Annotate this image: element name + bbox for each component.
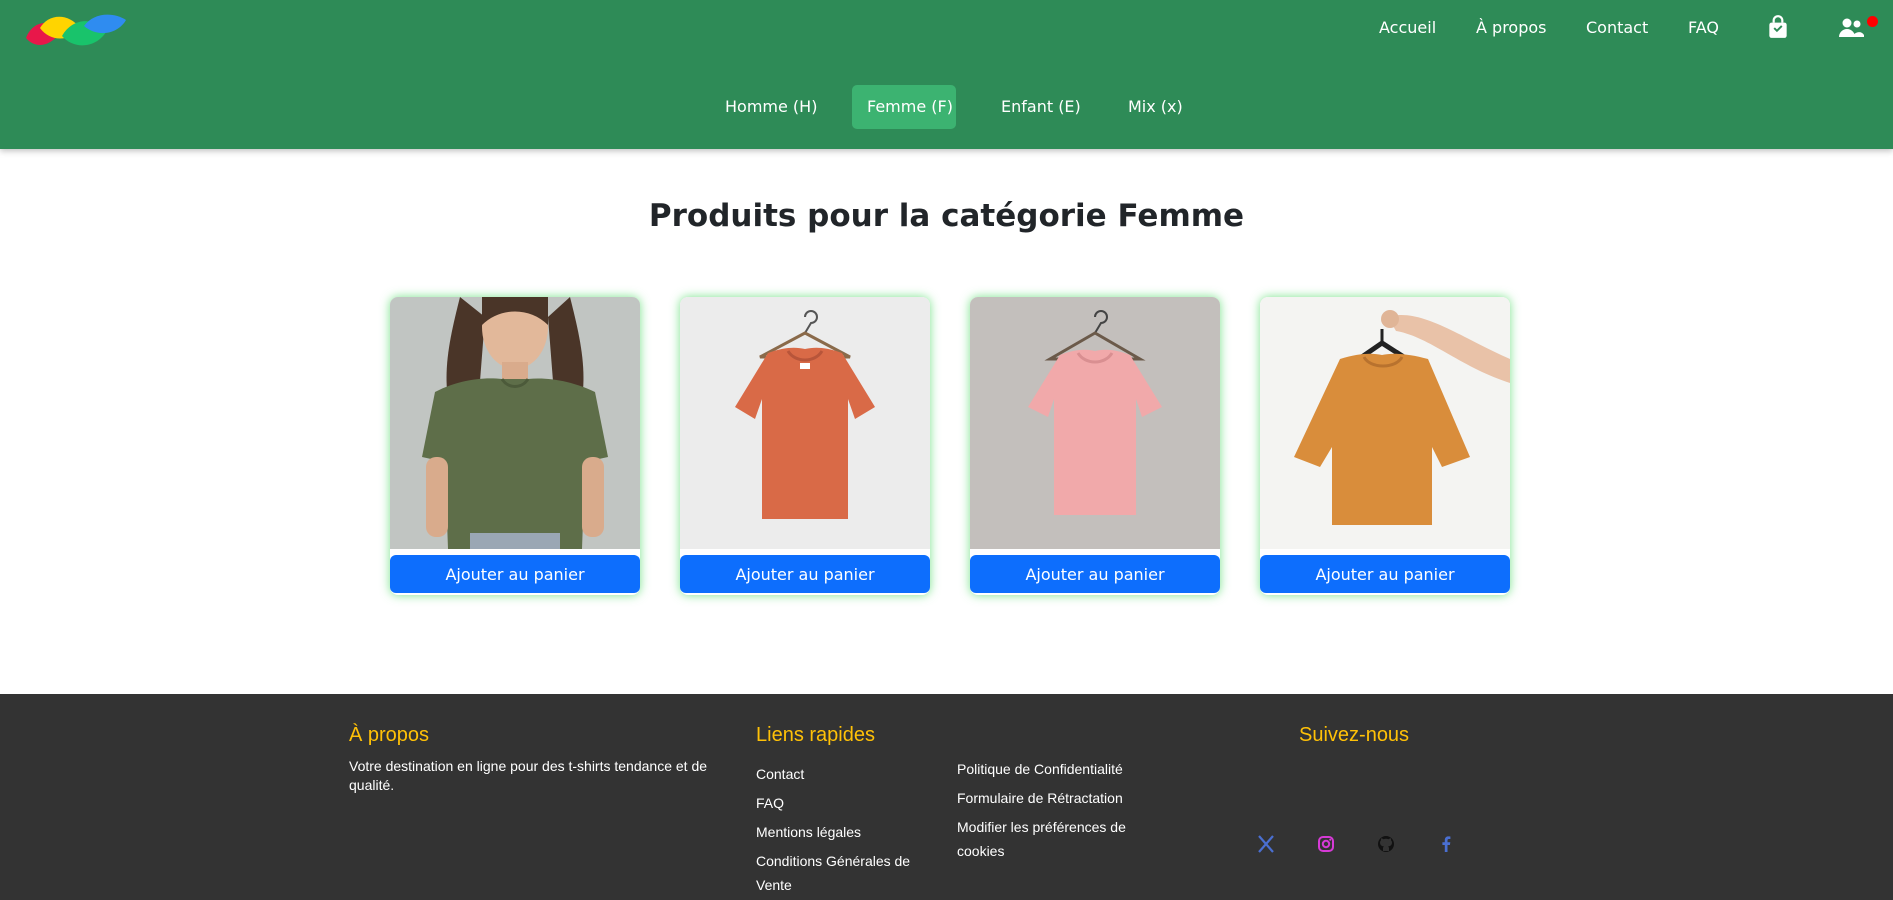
tab-femme[interactable]: Femme (F): [852, 85, 956, 129]
x-icon[interactable]: [1254, 832, 1278, 856]
nav-faq[interactable]: FAQ: [1688, 18, 1719, 37]
notification-dot: [1867, 16, 1878, 27]
footer-link-cookies[interactable]: Modifier les préférences de cookies: [957, 815, 1147, 863]
tab-mix[interactable]: Mix (x): [1113, 85, 1188, 129]
nav-a-propos[interactable]: À propos: [1476, 18, 1546, 37]
add-to-cart-button[interactable]: Ajouter au panier: [970, 555, 1220, 593]
nav-contact[interactable]: Contact: [1586, 18, 1648, 37]
tab-homme[interactable]: Homme (H): [710, 85, 821, 129]
shopping-bag-icon[interactable]: [1765, 14, 1791, 40]
nav-accueil[interactable]: Accueil: [1379, 18, 1436, 37]
product-image[interactable]: [680, 297, 930, 549]
site-header: Accueil À propos Contact FAQ Homme (H) F…: [0, 0, 1893, 149]
footer-about-text: Votre destination en ligne pour des t-sh…: [349, 758, 708, 793]
tab-enfant[interactable]: Enfant (E): [986, 85, 1082, 129]
add-to-cart-button[interactable]: Ajouter au panier: [680, 555, 930, 593]
add-to-cart-button[interactable]: Ajouter au panier: [1260, 555, 1510, 593]
site-footer: [0, 694, 1893, 900]
product-card: Ajouter au panier: [1260, 297, 1510, 595]
category-tabs: Homme (H) Femme (F) Enfant (E) Mix (x): [0, 85, 1893, 129]
add-to-cart-button[interactable]: Ajouter au panier: [390, 555, 640, 593]
footer-link-confidentialite[interactable]: Politique de Confidentialité: [957, 757, 1123, 781]
product-card: Ajouter au panier: [970, 297, 1220, 595]
logo[interactable]: [22, 8, 128, 50]
footer-link-faq[interactable]: FAQ: [756, 791, 784, 815]
page-title: Produits pour la catégorie Femme: [648, 198, 1245, 234]
facebook-icon[interactable]: [1434, 832, 1458, 856]
instagram-icon[interactable]: [1314, 832, 1338, 856]
footer-link-contact[interactable]: Contact: [756, 762, 804, 786]
product-image[interactable]: [970, 297, 1220, 549]
product-image[interactable]: [1260, 297, 1510, 549]
footer-links-title: Liens rapides: [756, 724, 875, 746]
github-icon[interactable]: [1374, 832, 1398, 856]
footer-about-title: À propos: [349, 724, 430, 746]
users-icon[interactable]: [1838, 14, 1864, 40]
product-card: Ajouter au panier: [680, 297, 930, 595]
product-card: Ajouter au panier: [390, 297, 640, 595]
footer-link-cgv[interactable]: Conditions Générales de Vente: [756, 849, 926, 897]
footer-follow-title: Suivez-nous: [1299, 724, 1410, 746]
product-image[interactable]: [390, 297, 640, 549]
footer-link-mentions-legales[interactable]: Mentions légales: [756, 820, 861, 844]
footer-link-retractation[interactable]: Formulaire de Rétractation: [957, 786, 1123, 810]
